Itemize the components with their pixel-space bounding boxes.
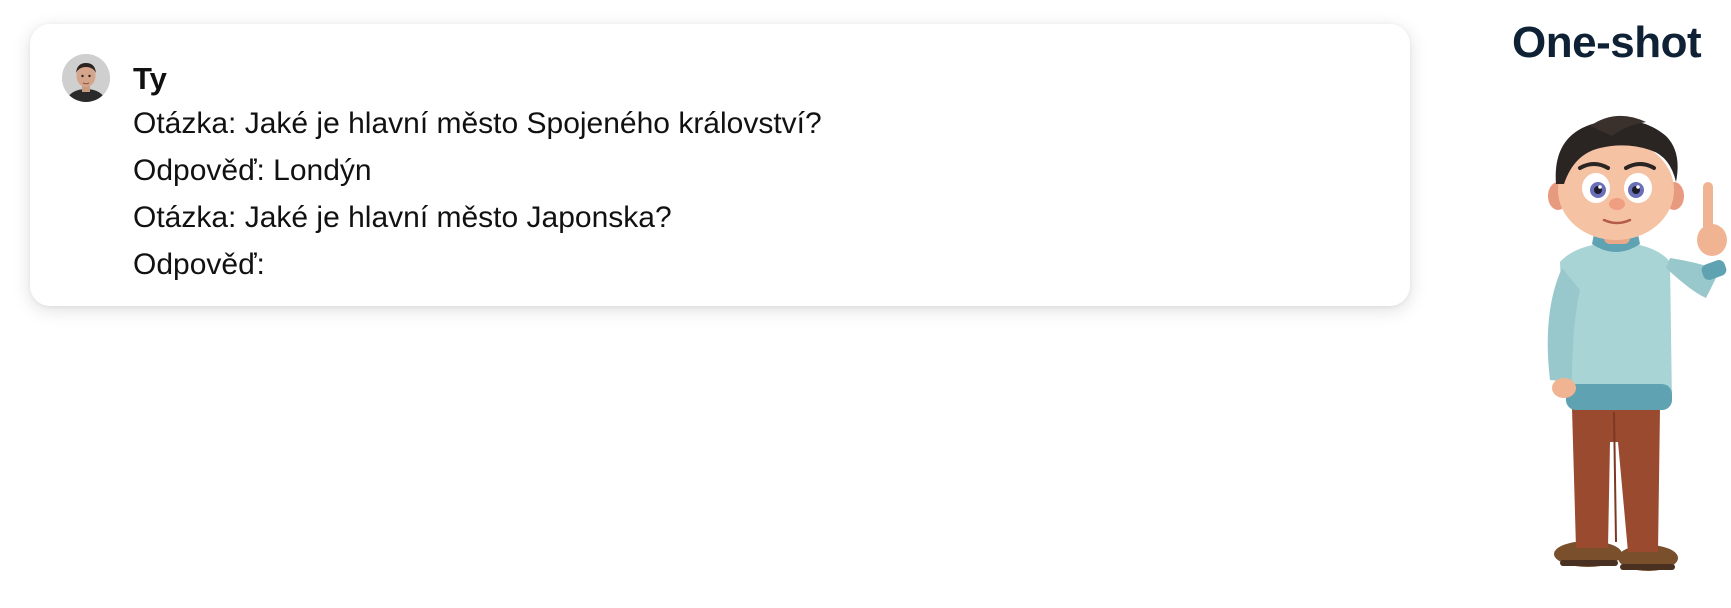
message-line-question-2: Otázka: Jaké je hlavní město Japonska? — [133, 201, 672, 234]
slide-title: One-shot — [1512, 18, 1702, 67]
message-line-answer-1: Odpověď: Londýn — [133, 154, 372, 187]
cartoon-man-pointing-up-icon — [1547, 115, 1727, 571]
user-avatar — [62, 54, 110, 102]
message-line-question-1: Otázka: Jaké je hlavní město Spojeného k… — [133, 107, 822, 140]
avatar-icon — [62, 54, 110, 102]
message-body: Ty Otázka: Jaké je hlavní město Spojenéh… — [133, 58, 1373, 288]
sender-name: Ty — [133, 61, 167, 96]
cartoon-character — [1520, 112, 1731, 592]
message-line-answer-2: Odpověď: — [133, 248, 265, 281]
chat-message-card: Ty Otázka: Jaké je hlavní město Spojenéh… — [30, 24, 1410, 306]
slide: Ty Otázka: Jaké je hlavní město Spojenéh… — [0, 0, 1731, 608]
